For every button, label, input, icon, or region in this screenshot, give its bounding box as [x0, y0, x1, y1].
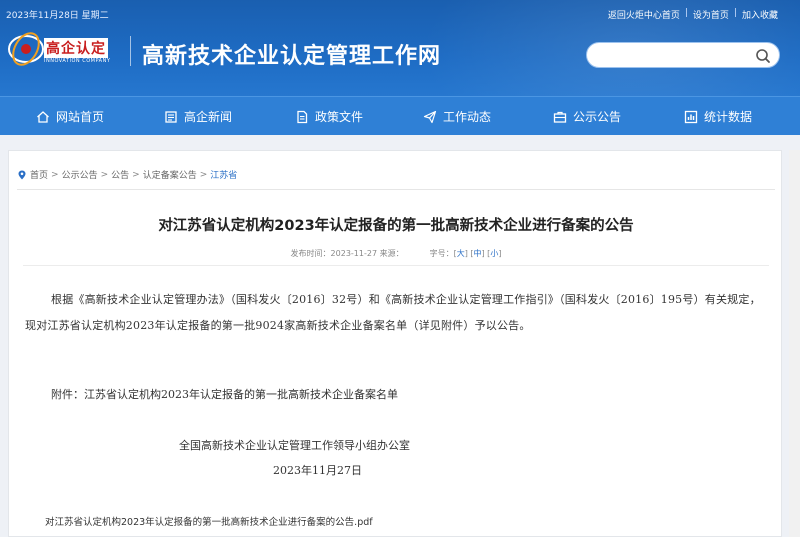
breadcrumb-notice[interactable]: 公告: [111, 168, 129, 181]
font-size-small[interactable]: 小: [490, 249, 498, 258]
signature-org: 全国高新技术企业认定管理工作领导小组办公室: [179, 439, 410, 452]
site-header: 2023年11月28日 星期二 返回火炬中心首页 | 设为首页 | 加入收藏 高…: [0, 0, 800, 96]
logo-divider: [130, 36, 131, 66]
page-scrollbar[interactable]: [789, 150, 800, 537]
breadcrumb-divider: [17, 189, 775, 190]
site-title: 高新技术企业认定管理工作网: [142, 43, 442, 69]
nav-announcements-label: 公示公告: [573, 110, 622, 124]
meta-divider: [23, 265, 769, 266]
pdf-attachment-link[interactable]: 对江苏省认定机构2023年认定报备的第一批高新技术企业进行备案的公告.pdf: [45, 514, 373, 528]
current-date: 2023年11月28日 星期二: [6, 11, 109, 21]
link-separator: |: [733, 8, 737, 18]
main-nav: 网站首页 高企新闻 政策文件 工作动态 公示公告 统计数据: [0, 96, 800, 135]
document-icon: [297, 110, 308, 123]
home-icon: [37, 110, 49, 123]
paper-plane-icon: [423, 110, 437, 123]
article-content: 首页 > 公示公告 > 公告 > 认定备案公告 > 江苏省 对江苏省认定机构20…: [8, 150, 782, 537]
breadcrumb-home[interactable]: 首页: [30, 168, 48, 181]
briefcase-icon: [553, 111, 567, 123]
nav-statistics-label: 统计数据: [704, 110, 753, 124]
nav-news-label: 高企新闻: [184, 110, 233, 124]
breadcrumb-current[interactable]: 江苏省: [210, 168, 237, 181]
news-icon: [165, 110, 177, 123]
font-size-medium[interactable]: 中: [474, 249, 482, 258]
link-separator: |: [684, 8, 688, 18]
set-homepage-link[interactable]: 设为首页: [693, 8, 729, 21]
nav-work-updates-label: 工作动态: [443, 110, 492, 124]
nav-announcements[interactable]: 公示公告: [553, 97, 621, 136]
breadcrumb: 首页 > 公示公告 > 公告 > 认定备案公告 > 江苏省: [17, 168, 237, 181]
nav-home[interactable]: 网站首页: [36, 97, 104, 136]
search-box: [586, 42, 780, 68]
top-links: 返回火炬中心首页 | 设为首页 | 加入收藏: [608, 8, 778, 21]
signature-date: 2023年11月27日: [273, 464, 362, 477]
attachment-text: 附件：江苏省认定机构2023年认定报备的第一批高新技术企业备案名单: [51, 388, 398, 401]
location-pin-icon: [18, 170, 26, 179]
font-size-large[interactable]: 大: [457, 249, 465, 258]
search-input[interactable]: [597, 47, 747, 64]
add-favorite-link[interactable]: 加入收藏: [742, 8, 778, 21]
breadcrumb-announcements[interactable]: 公示公告: [62, 168, 98, 181]
logo-subtext: INNOVATION COMPANY: [44, 58, 111, 64]
return-home-link[interactable]: 返回火炬中心首页: [608, 8, 680, 21]
breadcrumb-separator: >: [199, 169, 208, 180]
nav-home-label: 网站首页: [56, 110, 105, 124]
article-title: 对江苏省认定机构2023年认定报备的第一批高新技术企业进行备案的公告: [158, 218, 634, 234]
nav-policy[interactable]: 政策文件: [295, 97, 363, 136]
article-paragraph: 根据《高新技术企业认定管理办法》（国科发火〔2016〕32号）和《高新技术企业认…: [25, 293, 761, 332]
bar-chart-icon: [684, 110, 698, 123]
breadcrumb-separator: >: [132, 169, 140, 180]
breadcrumb-separator: >: [100, 169, 109, 180]
breadcrumb-separator: >: [51, 169, 59, 180]
publish-info: 发布时间：2023-11-27 来源：: [290, 249, 404, 258]
nav-work-updates[interactable]: 工作动态: [423, 97, 491, 136]
nav-news[interactable]: 高企新闻: [164, 97, 232, 136]
font-size-label: 字号：: [429, 249, 454, 258]
article-meta: 发布时间：2023-11-27 来源： 字号：[大] [中] [小]: [290, 249, 502, 258]
search-icon[interactable]: [755, 48, 771, 64]
logo-text: 高企认定: [44, 38, 108, 58]
breadcrumb-filing[interactable]: 认定备案公告: [143, 168, 197, 181]
nav-statistics[interactable]: 统计数据: [684, 97, 752, 136]
nav-policy-label: 政策文件: [315, 110, 364, 124]
